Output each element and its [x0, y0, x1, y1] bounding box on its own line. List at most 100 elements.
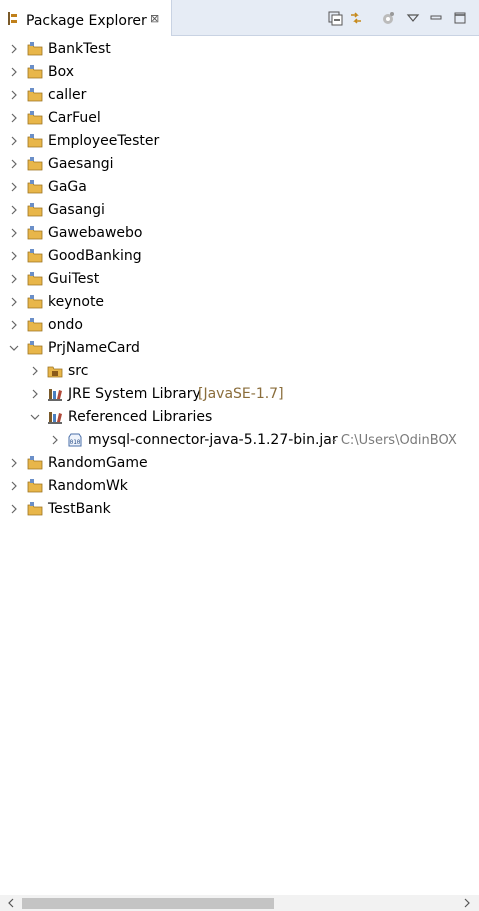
project-folder-icon — [27, 180, 43, 194]
view-tab-bar: Package Explorer ⊠ — [0, 0, 479, 36]
tree-item-label: CarFuel — [48, 110, 101, 126]
view-menu-icon[interactable] — [405, 10, 421, 26]
tree-item-label: Box — [48, 64, 75, 80]
tree-item-carfuel[interactable]: CarFuel — [0, 107, 479, 130]
tree-item-label: GuiTest — [48, 271, 100, 287]
maximize-icon[interactable] — [452, 10, 468, 26]
collapse-all-icon[interactable] — [327, 10, 343, 26]
project-folder-icon — [27, 111, 43, 125]
chevron-right-icon[interactable] — [9, 182, 19, 192]
tab-package-explorer[interactable]: Package Explorer ⊠ — [0, 0, 172, 36]
chevron-right-icon[interactable] — [9, 320, 19, 330]
tree-item-box[interactable]: Box — [0, 61, 479, 84]
chevron-right-icon[interactable] — [9, 205, 19, 215]
source-folder-icon — [47, 366, 63, 378]
chevron-right-icon[interactable] — [30, 366, 40, 376]
tree-item-label: EmployeeTester — [48, 133, 160, 149]
view-settings-icon[interactable] — [380, 10, 396, 26]
tree-item-jre-system-library[interactable]: JRE System Library [JavaSE-1.7] — [0, 383, 479, 406]
chevron-right-icon[interactable] — [9, 90, 19, 100]
scroll-left-icon[interactable] — [6, 898, 16, 908]
tree-item-label: Gaesangi — [48, 156, 114, 172]
tree-item-goodbanking[interactable]: GoodBanking — [0, 245, 479, 268]
tree-item-label: BankTest — [48, 41, 111, 57]
chevron-right-icon[interactable] — [9, 136, 19, 146]
chevron-right-icon[interactable] — [9, 67, 19, 77]
tree-item-label: PrjNameCard — [48, 340, 140, 356]
tree-item-label: JRE System Library — [68, 386, 201, 402]
tree-item-label: GoodBanking — [48, 248, 142, 264]
chevron-right-icon[interactable] — [9, 274, 19, 284]
project-folder-icon — [27, 318, 43, 332]
tree-item-label: GaGa — [48, 179, 87, 195]
project-folder-icon — [27, 456, 43, 470]
chevron-right-icon[interactable] — [9, 159, 19, 169]
tree-item-randomgame[interactable]: RandomGame — [0, 452, 479, 475]
tree-item-label: Referenced Libraries — [68, 409, 213, 425]
project-folder-icon — [27, 502, 43, 516]
link-with-editor-icon[interactable] — [348, 10, 364, 26]
project-folder-icon — [27, 341, 43, 355]
chevron-right-icon[interactable] — [9, 251, 19, 261]
project-folder-icon — [27, 249, 43, 263]
project-folder-icon — [27, 272, 43, 286]
project-folder-icon — [27, 295, 43, 309]
chevron-right-icon[interactable] — [9, 504, 19, 514]
chevron-down-icon[interactable] — [30, 412, 40, 422]
project-folder-icon — [27, 42, 43, 56]
tree-item-label: src — [68, 363, 89, 379]
tree-item-keynote[interactable]: keynote — [0, 291, 479, 314]
chevron-right-icon[interactable] — [9, 113, 19, 123]
library-icon — [48, 412, 62, 424]
tree-item-guitest[interactable]: GuiTest — [0, 268, 479, 291]
tree-item-randomwk[interactable]: RandomWk — [0, 475, 479, 498]
chevron-right-icon[interactable] — [9, 228, 19, 238]
chevron-right-icon[interactable] — [9, 481, 19, 491]
tree-item-gawebawebo[interactable]: Gawebawebo — [0, 222, 479, 245]
scrollbar-thumb[interactable] — [22, 898, 274, 909]
chevron-right-icon[interactable] — [9, 44, 19, 54]
tree-item-label: mysql-connector-java-5.1.27-bin.jar — [88, 432, 338, 448]
tree-item-caller[interactable]: caller — [0, 84, 479, 107]
tree-item-gaesangi[interactable]: Gaesangi — [0, 153, 479, 176]
package-explorer-icon — [8, 12, 17, 25]
minimize-icon[interactable] — [428, 10, 444, 26]
project-folder-icon — [27, 65, 43, 79]
tree-item-ondo[interactable]: ondo — [0, 314, 479, 337]
chevron-right-icon[interactable] — [50, 435, 60, 445]
project-folder-icon — [27, 203, 43, 217]
tree-item-label: ondo — [48, 317, 83, 333]
jar-path-label: - C:\Users\OdinBOX — [332, 433, 457, 448]
tree-item-employeetester[interactable]: EmployeeTester — [0, 130, 479, 153]
tree-item-label: keynote — [48, 294, 105, 310]
close-icon[interactable]: ⊠ — [150, 13, 159, 25]
tree-item-testbank[interactable]: TestBank — [0, 498, 479, 521]
tree-item-src[interactable]: src — [0, 360, 479, 383]
chevron-right-icon[interactable] — [9, 297, 19, 307]
chevron-right-icon[interactable] — [30, 389, 40, 399]
jre-version-label: [JavaSE-1.7] — [198, 386, 284, 402]
jar-file-icon: 010 — [68, 433, 82, 447]
tree-item-gasangi[interactable]: Gasangi — [0, 199, 479, 222]
chevron-down-icon[interactable] — [9, 343, 19, 353]
tree-item-referenced-libraries[interactable]: Referenced Libraries — [0, 406, 479, 429]
tree-item-label: Gawebawebo — [48, 225, 143, 241]
library-icon — [48, 389, 62, 401]
tree-item-banktest[interactable]: BankTest — [0, 38, 479, 61]
horizontal-scrollbar[interactable] — [0, 895, 479, 911]
tree-item-label: TestBank — [48, 501, 111, 517]
project-folder-icon — [27, 134, 43, 148]
tree-item-gaga[interactable]: GaGa — [0, 176, 479, 199]
scroll-right-icon[interactable] — [462, 898, 472, 908]
view-title: Package Explorer — [26, 13, 147, 29]
tree-item-prjnamecard[interactable]: PrjNameCard — [0, 337, 479, 360]
project-folder-icon — [27, 157, 43, 171]
chevron-right-icon[interactable] — [9, 458, 19, 468]
tree-item-label: caller — [48, 87, 87, 103]
project-folder-icon — [27, 226, 43, 240]
tree-item-mysql-connector-jar[interactable]: 010 mysql-connector-java-5.1.27-bin.jar … — [0, 429, 479, 452]
project-folder-icon — [27, 479, 43, 493]
tree-item-label: Gasangi — [48, 202, 105, 218]
project-folder-icon — [27, 88, 43, 102]
svg-text:010: 010 — [70, 439, 81, 446]
